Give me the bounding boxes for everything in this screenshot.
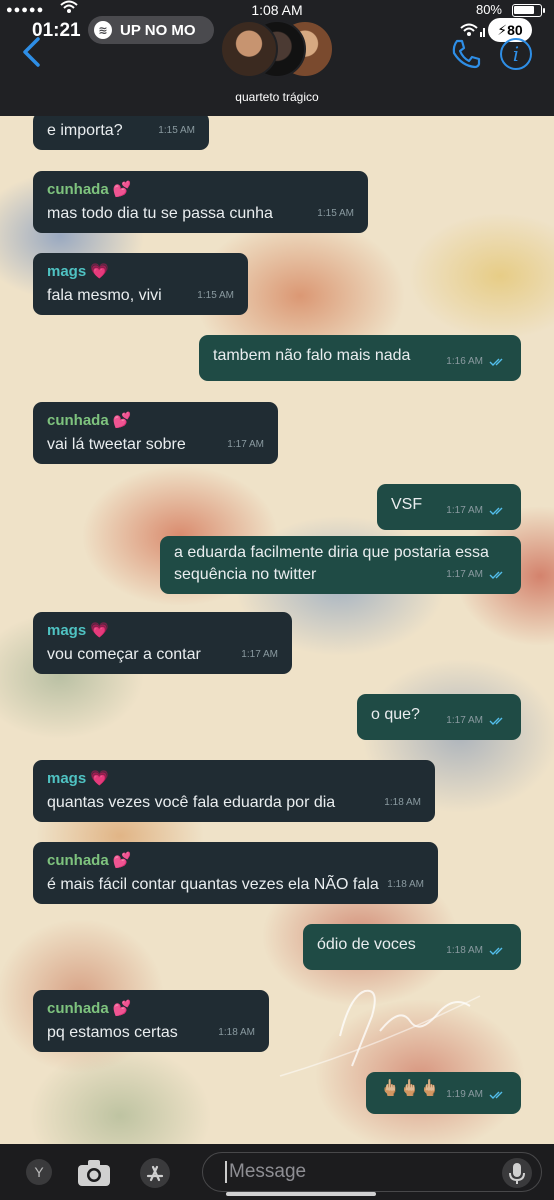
battery-icon [512,4,545,17]
message-bubble[interactable]: ódio de voces 1:18 AM [303,924,521,970]
message-bubble[interactable]: cunhada 💕 pq estamos certas 1:18 AM [33,990,269,1052]
chat-header: ●●●●● 1:08 AM 80% 01:21 ≋ UP NO MO ⚡ 80 q… [0,0,554,116]
overlay-battery-value: 80 [507,22,523,38]
message-bubble[interactable]: mags 💗 quantas vezes você fala eduarda p… [33,760,435,822]
message-sender: mags 💗 [47,770,110,787]
message-time: 1:15 AM [197,290,234,301]
message-time: 1:19 AM [446,1089,483,1100]
message-time: 1:17 AM [446,569,483,580]
chevron-left-icon [23,37,40,67]
message-sender: cunhada 💕 [47,412,132,429]
message-sender: mags 💗 [47,263,110,280]
microphone-icon [509,1163,525,1184]
avatar-button[interactable]: Y [26,1159,52,1185]
composer-bar: Y Message [0,1144,554,1200]
spotify-icon: ≋ [94,21,112,39]
message-placeholder: Message [229,1161,307,1182]
message-bubble[interactable]: VSF 1:17 AM [377,484,521,530]
message-bubble[interactable]: cunhada 💕 é mais fácil contar quantas ve… [33,842,438,904]
message-text: é mais fácil contar quantas vezes ela NÃ… [47,876,379,893]
back-button[interactable] [18,36,48,68]
avatar [220,20,278,78]
camera-icon [78,1160,110,1186]
message-time: 1:18 AM [446,945,483,956]
message-sender: mags 💗 [47,622,110,639]
message-text: quantas vezes você fala eduarda por dia [47,794,336,811]
group-name[interactable]: quarteto trágico [0,90,554,104]
message-time: 1:18 AM [384,797,421,808]
message-time: 1:15 AM [158,125,195,136]
message-time: 1:18 AM [218,1027,255,1038]
read-receipt-icon [489,358,503,366]
message-sender: cunhada 💕 [47,852,132,869]
message-time: 1:17 AM [446,505,483,516]
message-time: 1:18 AM [387,879,424,890]
message-input[interactable]: Message [202,1152,542,1192]
read-receipt-icon [489,1091,503,1099]
call-button[interactable] [450,38,482,70]
now-playing-title: UP NO MO [120,21,196,39]
message-bubble[interactable]: cunhada 💕 vai lá tweetar sobre 1:17 AM [33,402,278,464]
message-bubble[interactable]: 🖕🏼🖕🏼🖕🏼 1:19 AM [366,1072,521,1114]
camera-button[interactable] [76,1158,112,1188]
text-caret [225,1161,227,1183]
message-bubble[interactable]: a eduarda facilmente diria que postaria … [160,536,521,594]
home-indicator [226,1192,376,1196]
message-text: mas todo dia tu se passa cunha [47,205,273,222]
now-playing-pill[interactable]: ≋ UP NO MO [88,16,214,44]
read-receipt-icon [489,717,503,725]
message-bubble[interactable]: cunhada 💕 mas todo dia tu se passa cunha… [33,171,368,233]
read-receipt-icon [489,571,503,579]
battery-percent: 80% [475,2,502,17]
app-store-icon [146,1165,164,1182]
message-time: 1:15 AM [317,208,354,219]
message-bubble[interactable]: mags 💗 fala mesmo, vivi 1:15 AM [33,253,248,315]
microphone-button[interactable] [502,1158,532,1188]
read-receipt-icon [489,947,503,955]
message-time: 1:16 AM [446,356,483,367]
phone-icon [452,39,481,69]
status-time: 1:08 AM [251,2,303,18]
message-bubble[interactable]: tambem não falo mais nada 1:16 AM [199,335,521,381]
message-time: 1:17 AM [241,649,278,660]
info-button[interactable]: i [500,38,532,70]
app-store-button[interactable] [140,1158,170,1188]
message-time: 1:17 AM [446,715,483,726]
group-avatars[interactable] [220,20,334,80]
message-sender: cunhada 💕 [47,1000,132,1017]
message-sender: cunhada 💕 [47,181,132,198]
status-bar: ●●●●● 1:08 AM 80% [0,0,554,22]
read-receipt-icon [489,507,503,515]
chat-area[interactable]: e importa? 1:15 AM cunhada 💕 mas todo di… [0,116,554,1144]
message-bubble[interactable]: e importa? 1:15 AM [33,116,209,150]
message-time: 1:17 AM [227,439,264,450]
message-bubble[interactable]: mags 💗 vou começar a contar 1:17 AM [33,612,292,674]
message-bubble[interactable]: o que? 1:17 AM [357,694,521,740]
